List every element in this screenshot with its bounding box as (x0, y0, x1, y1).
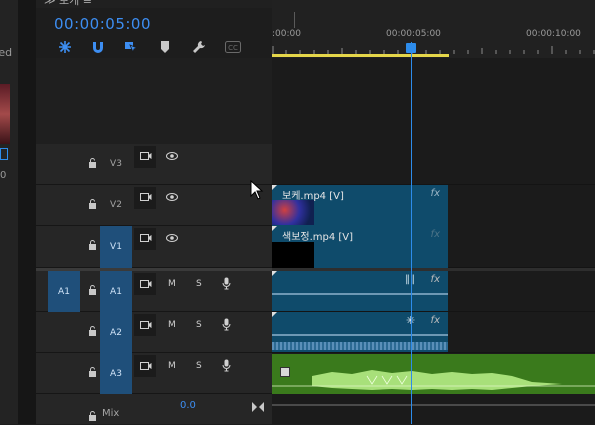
track-header-a1[interactable]: A1 A1 M S (36, 271, 272, 312)
audio-clip-a3[interactable] (272, 354, 595, 394)
audio-clip-a2[interactable]: ✳ fx (272, 312, 448, 352)
time-ruler[interactable]: :00:00 00:00:05:00 00:00:10:00 (272, 0, 595, 58)
project-panel-edge: cted 0 (0, 0, 18, 424)
mix-volume-value[interactable]: 0.0 (180, 400, 196, 411)
track-name-v1[interactable]: V1 (100, 226, 132, 268)
sync-lock-film-icon[interactable] (140, 151, 152, 164)
panel-value: 0 (0, 170, 7, 181)
snap-magnet-icon[interactable] (89, 38, 107, 56)
fx-badge[interactable]: fx (431, 274, 440, 285)
sync-lock-film-icon[interactable] (140, 320, 152, 333)
linked-selection-icon[interactable] (122, 38, 140, 56)
mouse-cursor-icon (250, 179, 264, 204)
mute-button[interactable]: M (168, 320, 176, 330)
mute-button[interactable]: M (168, 361, 176, 371)
track-header-v3[interactable]: V3 (36, 144, 272, 185)
track-header-v1[interactable]: V1 (36, 226, 272, 268)
track-name-a1[interactable]: A1 (100, 271, 132, 312)
add-marker-icon[interactable] (156, 38, 174, 56)
ruler-label: :00:00 (272, 29, 301, 39)
wrench-settings-icon[interactable] (190, 38, 208, 56)
audio-waveform (272, 370, 595, 390)
work-area-bar[interactable] (272, 54, 449, 57)
microphone-icon[interactable] (222, 277, 231, 293)
fx-badge[interactable]: fx (431, 315, 440, 326)
eye-icon[interactable] (166, 152, 178, 163)
fx-badge[interactable]: fx (431, 188, 440, 199)
ruler-label: 00:00:10:00 (526, 29, 581, 39)
solo-button[interactable]: S (196, 320, 202, 330)
panel-label: cted (0, 46, 13, 59)
mix-edge-icon[interactable] (252, 397, 264, 416)
track-header-a3[interactable]: A3 M S (36, 353, 272, 394)
playhead-handle[interactable] (406, 43, 416, 53)
sync-lock-film-icon[interactable] (140, 361, 152, 374)
eye-icon[interactable] (166, 193, 178, 204)
sync-lock-film-icon[interactable] (140, 233, 152, 246)
playhead-line[interactable] (411, 42, 412, 424)
selection-checkbox[interactable] (0, 148, 8, 160)
track-name-v2[interactable]: V2 (100, 185, 132, 225)
track-headers: V3 V2 V1 A1 A1 M S A2 M S A3 M S (36, 144, 272, 424)
track-name-a3[interactable]: A3 (100, 353, 132, 394)
eye-icon[interactable] (166, 234, 178, 245)
video-clip-v1[interactable]: 색보정.mp4 [V] fx (272, 226, 448, 268)
lock-icon[interactable] (88, 158, 97, 171)
clip-thumbnail (272, 242, 314, 268)
mix-track-header: Mix 0.0 (36, 394, 272, 424)
lock-icon[interactable] (88, 199, 97, 212)
microphone-icon[interactable] (222, 318, 231, 334)
lock-icon[interactable] (88, 367, 97, 380)
track-header-v2[interactable]: V2 (36, 185, 272, 226)
sync-lock-film-icon[interactable] (140, 192, 152, 205)
track-header-a2[interactable]: A2 M S (36, 312, 272, 353)
video-clip-v2[interactable]: 보케.mp4 [V] fx (272, 185, 448, 226)
fx-badge[interactable]: fx (431, 229, 440, 240)
mix-label: Mix (102, 408, 120, 419)
mute-button[interactable]: M (168, 279, 176, 289)
clip-thumbnail (272, 200, 314, 225)
track-name-a2[interactable]: A2 (100, 312, 132, 353)
track-name-v3[interactable]: V3 (100, 144, 132, 184)
sync-lock-film-icon[interactable] (140, 279, 152, 292)
captions-icon[interactable]: CC (224, 38, 242, 56)
sequence-tab[interactable]: ≫ 보케 ≡ (44, 0, 92, 8)
timeline-tracks[interactable]: 보케.mp4 [V] fx 색보정.mp4 [V] fx ‖‖ fx ✳ fx (272, 58, 595, 424)
lock-icon[interactable] (88, 326, 97, 339)
audio-clip-a1[interactable]: ‖‖ fx (272, 271, 448, 311)
clip-name: 색보정.mp4 [V] (282, 232, 354, 243)
solo-button[interactable]: S (196, 361, 202, 371)
keyframe-icon[interactable]: ‖‖ (405, 274, 415, 285)
svg-text:CC: CC (228, 44, 238, 52)
source-patch-a1[interactable]: A1 (48, 271, 80, 312)
insert-sequence-icon[interactable] (56, 38, 74, 56)
lock-icon[interactable] (88, 406, 97, 425)
ruler-ticks (272, 46, 595, 54)
clip-thumbnail[interactable] (0, 84, 10, 144)
track-header-empty-area (36, 58, 272, 144)
lane-v3[interactable] (272, 144, 595, 185)
playhead-timecode[interactable]: 00:00:05:00 (54, 15, 151, 33)
panel-divider[interactable] (18, 0, 36, 424)
microphone-icon[interactable] (222, 359, 231, 375)
solo-button[interactable]: S (196, 279, 202, 289)
lock-icon[interactable] (88, 240, 97, 253)
lock-icon[interactable] (88, 285, 97, 298)
ruler-label: 00:00:05:00 (386, 29, 441, 39)
